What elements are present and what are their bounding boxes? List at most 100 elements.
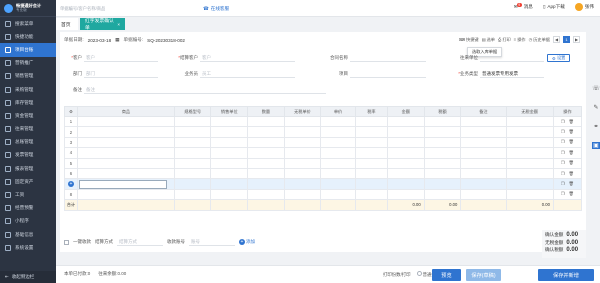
sidebar-item[interactable]: 系统设置: [0, 241, 56, 254]
customer-service-icon[interactable]: ☏: [592, 85, 600, 92]
table-cell[interactable]: [320, 115, 356, 128]
delete-row-icon[interactable]: 🗑: [569, 191, 574, 197]
table-cell[interactable]: [173, 126, 212, 138]
copy-row-icon[interactable]: ❐: [561, 160, 565, 166]
table-cell[interactable]: [320, 147, 356, 159]
sidebar-item[interactable]: 资金管理: [0, 109, 56, 122]
sidebar-item[interactable]: 基础信息: [0, 228, 56, 241]
sidebar-item[interactable]: 固定资产: [0, 175, 56, 188]
table-row[interactable]: 8 ❐ 🗑: [64, 188, 583, 201]
table-cell[interactable]: [354, 157, 389, 169]
table-cell[interactable]: [460, 188, 507, 201]
layout-icon[interactable]: ▣: [592, 142, 600, 149]
table-cell[interactable]: [283, 115, 322, 128]
table-cell[interactable]: [76, 157, 175, 169]
contract-input[interactable]: [350, 54, 426, 62]
sidebar-item[interactable]: 往来管理: [0, 123, 56, 136]
table-cell[interactable]: ❐ 🗑: [552, 147, 583, 159]
delete-row-icon[interactable]: 🗑: [569, 119, 574, 125]
app-logo[interactable]: 畅捷通好会计 专业版: [0, 0, 56, 17]
save-draft-button[interactable]: 保存(草稿): [466, 269, 501, 281]
table-cell[interactable]: [173, 167, 212, 180]
table-cell[interactable]: [76, 188, 175, 201]
history-button[interactable]: ◷ 历史单据: [529, 37, 550, 43]
table-cell[interactable]: [247, 115, 285, 128]
table-cell[interactable]: [505, 126, 554, 138]
table-cell[interactable]: [173, 188, 212, 201]
table-cell[interactable]: [283, 188, 322, 201]
table-cell[interactable]: [505, 136, 554, 149]
customer-input[interactable]: 客户: [84, 54, 158, 62]
table-cell[interactable]: [210, 147, 249, 159]
app-download-button[interactable]: ▯ App下载: [543, 4, 565, 10]
table-cell[interactable]: [210, 136, 249, 149]
delete-row-icon[interactable]: 🗑: [569, 181, 574, 187]
table-cell[interactable]: [173, 115, 212, 128]
table-cell[interactable]: [320, 167, 356, 180]
table-cell[interactable]: [460, 178, 507, 190]
copy-row-icon[interactable]: ❐: [561, 171, 565, 177]
table-cell[interactable]: [76, 126, 175, 138]
column-settings-icon[interactable]: ⚙: [64, 106, 78, 117]
table-cell[interactable]: [387, 147, 425, 159]
table-row[interactable]: 2 ❐ 🗑: [64, 126, 583, 138]
settle-customer-input[interactable]: 客户: [200, 54, 295, 62]
table-cell[interactable]: [76, 178, 175, 190]
sidebar-item[interactable]: 项目台账: [0, 43, 56, 57]
online-service-link[interactable]: ☎ 在线客服: [203, 4, 229, 13]
table-cell[interactable]: [387, 178, 425, 190]
sidebar-item[interactable]: 快捷功能: [0, 30, 56, 43]
table-cell[interactable]: [320, 188, 356, 201]
sidebar-item[interactable]: 发票管理: [0, 149, 56, 162]
sidebar-item[interactable]: 库存管理: [0, 96, 56, 109]
table-cell[interactable]: [423, 188, 462, 201]
table-cell[interactable]: [76, 136, 175, 149]
table-cell[interactable]: [210, 188, 249, 201]
table-cell[interactable]: +: [64, 178, 78, 190]
table-cell[interactable]: [354, 178, 389, 190]
copy-row-icon[interactable]: ❐: [561, 150, 565, 156]
sidebar-item[interactable]: 销售管理: [0, 70, 56, 83]
delete-row-icon[interactable]: 🗑: [569, 139, 574, 145]
sidebar-item[interactable]: 工资: [0, 188, 56, 201]
settings-button[interactable]: ⚙ 设置: [547, 54, 571, 62]
delete-row-icon[interactable]: 🗑: [569, 171, 574, 177]
table-cell[interactable]: [387, 115, 425, 128]
table-cell[interactable]: [423, 178, 462, 190]
save-and-new-button[interactable]: 保存并新增: [538, 269, 594, 281]
add-row-icon[interactable]: +: [67, 181, 74, 188]
table-cell[interactable]: ❐ 🗑: [552, 157, 583, 169]
table-row[interactable]: 6 ❐ 🗑: [64, 167, 583, 180]
table-row[interactable]: 4 ❐ 🗑: [64, 147, 583, 159]
table-cell[interactable]: [460, 136, 507, 149]
partner-input[interactable]: [480, 54, 544, 62]
remark-input[interactable]: 备注: [84, 86, 326, 94]
table-cell[interactable]: [354, 136, 389, 149]
shortcut-button[interactable]: ⌨ 快捷键: [459, 37, 479, 43]
preview-button[interactable]: 预览: [432, 269, 461, 281]
table-cell[interactable]: [505, 157, 554, 169]
table-cell[interactable]: [210, 115, 249, 128]
delete-row-icon[interactable]: 🗑: [569, 160, 574, 166]
link-icon[interactable]: ⚭: [593, 123, 598, 130]
select-source-button[interactable]: ▤ 选单: [482, 37, 495, 43]
sidebar-item[interactable]: 经营预警: [0, 202, 56, 215]
table-row[interactable]: 3 ❐ 🗑: [64, 136, 583, 149]
table-cell[interactable]: [247, 126, 285, 138]
table-cell[interactable]: [505, 178, 554, 190]
tab-red-invoice-confirm[interactable]: 红字发票确认单 ×: [80, 18, 125, 31]
product-edit-input[interactable]: [78, 179, 167, 189]
table-cell[interactable]: [423, 115, 462, 128]
next-page-button[interactable]: ▶: [573, 36, 580, 43]
table-cell[interactable]: [505, 115, 554, 128]
table-cell[interactable]: ❐ 🗑: [552, 115, 583, 128]
table-cell[interactable]: [423, 126, 462, 138]
sidebar-item[interactable]: 营销推广: [0, 57, 56, 70]
delete-row-icon[interactable]: 🗑: [569, 150, 574, 156]
table-cell[interactable]: [247, 136, 285, 149]
table-cell[interactable]: [423, 167, 462, 180]
table-cell[interactable]: [210, 126, 249, 138]
copy-row-icon[interactable]: ❐: [561, 129, 565, 135]
table-cell[interactable]: ❐ 🗑: [552, 188, 583, 201]
table-cell[interactable]: [354, 147, 389, 159]
